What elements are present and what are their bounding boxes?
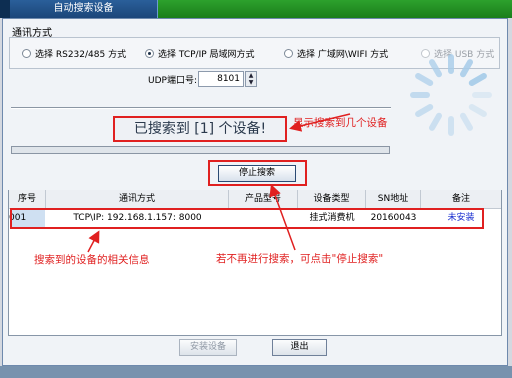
spinner-spoke [429,112,442,131]
udp-port-input[interactable]: 8101 [198,71,244,87]
spinner-spoke [468,73,487,86]
radio-wan-wifi[interactable]: 选择 广域网\WIFI 方式 [284,46,388,60]
udp-port-spinner[interactable]: ▲ ▼ [245,71,257,87]
spin-down-icon[interactable]: ▼ [246,79,256,86]
window-tab-title: 自动搜索设备 [10,0,158,18]
column-header-note[interactable]: 备注 [421,190,501,209]
radio-indicator-selected [145,48,154,58]
spinner-spoke [460,59,473,78]
taskbar-strip [0,366,512,378]
udp-port-label: UDP端口号: [148,76,197,86]
loading-spinner-icon [410,54,492,136]
annotation-device-count: 显示搜索到几个设备 [293,117,388,129]
exit-button[interactable]: 退出 [272,339,327,356]
radio-label: 选择 RS232/485 方式 [35,49,127,60]
column-header-sn[interactable]: SN地址 [366,190,421,209]
spinner-spoke [468,104,487,117]
spin-up-icon[interactable]: ▲ [246,72,256,79]
radio-label: 选择 TCP/IP 局域网方式 [158,49,255,60]
radio-tcpip[interactable]: 选择 TCP/IP 局域网方式 [145,46,255,60]
separator [11,107,391,109]
annotation-stop-hint: 若不再进行搜索，可点击"停止搜索" [216,253,384,265]
title-bar-accent [158,0,512,18]
install-device-button[interactable]: 安装设备 [179,339,237,356]
spinner-spoke [460,112,473,131]
column-header-comm[interactable]: 通讯方式 [46,190,229,209]
search-progress-bar [11,146,390,154]
column-header-model[interactable]: 产品型号 [229,190,298,209]
spinner-spoke [429,59,442,78]
spinner-spoke [415,73,434,86]
radio-indicator [22,48,31,58]
search-status-text: 已搜索到 [1] 个设备! [113,116,287,142]
annotation-highlight-row [10,208,484,229]
column-header-type[interactable]: 设备类型 [298,190,366,209]
annotation-device-info: 搜索到的设备的相关信息 [34,254,150,266]
radio-indicator [284,48,293,58]
radio-label: 选择 广域网\WIFI 方式 [297,49,389,60]
column-header-num[interactable]: 序号 [9,190,46,209]
stop-search-button[interactable]: 停止搜索 [218,165,296,182]
spinner-spoke [415,104,434,117]
radio-rs232[interactable]: 选择 RS232/485 方式 [22,46,126,60]
